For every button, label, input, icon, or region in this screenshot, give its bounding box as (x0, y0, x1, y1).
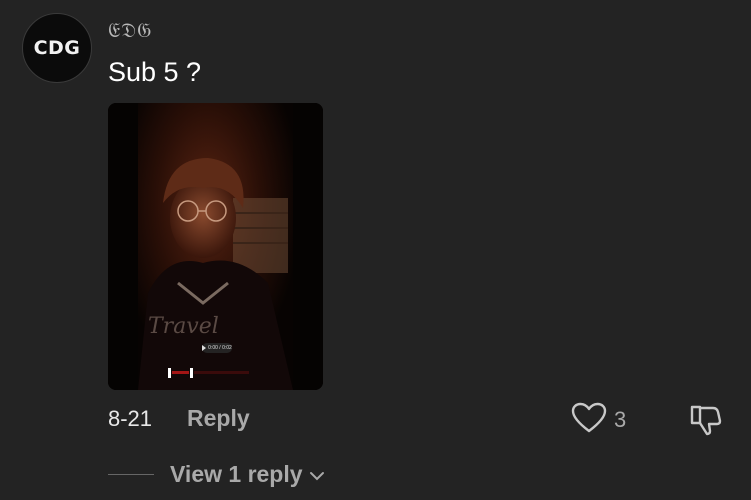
avatar[interactable]: CDG (22, 13, 92, 83)
like-count: 3 (614, 407, 627, 432)
play-icon (202, 345, 207, 351)
svg-text:Travel: Travel (148, 314, 219, 339)
comment-video-thumbnail[interactable]: Travel 0:00 / 0:02 (108, 103, 323, 390)
replies-divider (108, 474, 154, 475)
comment-text: Sub 5 ? (108, 57, 202, 87)
video-play-indicator[interactable]: 0:00 / 0:02 (202, 343, 232, 353)
chevron-down-icon (309, 472, 324, 481)
reply-button[interactable]: Reply (187, 405, 250, 432)
thumbs-down-icon[interactable] (688, 403, 722, 437)
username[interactable]: 𝔈𝔇𝔊 (108, 18, 152, 42)
video-time: 0:00 / 0:02 (208, 345, 232, 351)
comment-date: 8-21 (108, 406, 153, 431)
avatar-logo-text: CDG (33, 37, 81, 59)
heart-outline-icon[interactable] (571, 402, 607, 434)
view-replies-button[interactable]: View 1 reply (170, 461, 325, 488)
view-replies-label: View 1 reply (170, 461, 303, 487)
